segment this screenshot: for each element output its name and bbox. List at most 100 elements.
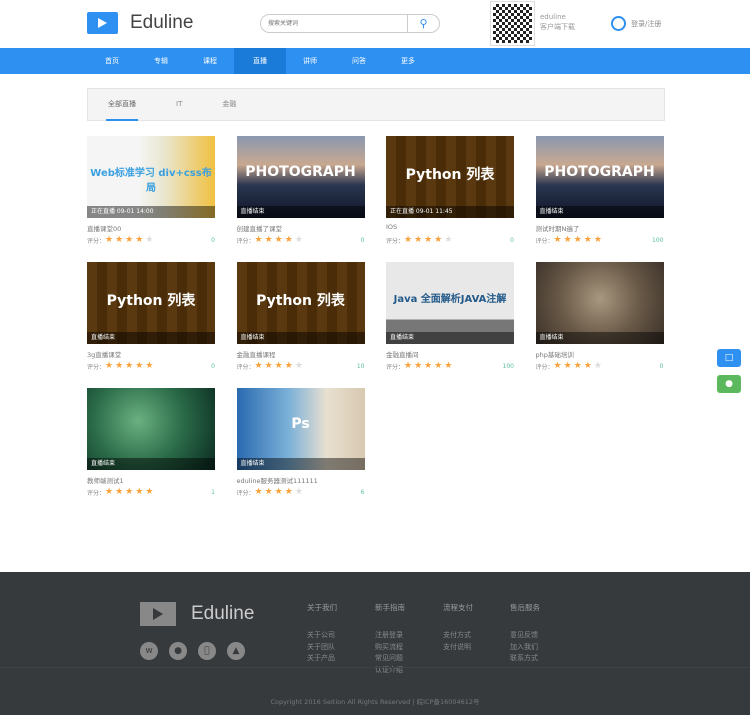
course-card[interactable]: Web标准学习 div+css布局 正在直播 09-01 14:00 直播课堂0… [87, 136, 215, 245]
course-thumbnail[interactable]: Python 列表 正在直播 09-01 11:45 [386, 136, 514, 218]
thumbnail-text: Python 列表 [256, 293, 345, 309]
weibo-icon[interactable]: w [140, 642, 158, 660]
course-thumbnail[interactable]: PHOTOGRAPH 直播结束 [236, 136, 365, 218]
footer-link[interactable]: 常见问题 [375, 653, 405, 665]
live-status: 直播结束 [236, 332, 365, 344]
login-link[interactable]: 登录 [631, 19, 645, 29]
search-button[interactable]: ⚲ [407, 15, 439, 32]
live-status: 直播结束 [87, 332, 215, 344]
footer-link[interactable]: 关于团队 [307, 642, 337, 654]
rating: 评分： ★ ★ ★ ★ ★ 0 [87, 235, 215, 245]
social-links: w ●  ▲ [140, 642, 256, 660]
nav-item[interactable]: 直播 [234, 48, 286, 74]
course-card[interactable]: Python 列表 直播结束 3g直播课堂 评分： ★ ★ ★ ★ ★ 0 [87, 262, 215, 371]
footer-link[interactable]: 支付说明 [443, 642, 473, 654]
footer-link[interactable]: 注册登录 [375, 630, 405, 642]
register-link[interactable]: 注册 [647, 19, 661, 29]
star-icon: ★ [434, 361, 443, 371]
course-title[interactable]: php基础培训 [536, 349, 664, 359]
course-card[interactable]: Java 全面解析JAVA注解 直播结束 金融直播间 评分： ★ ★ ★ ★ ★ 100 [386, 262, 514, 371]
app-download[interactable]: eduline 客户端下载 [540, 12, 575, 32]
course-thumbnail[interactable]: Java 全面解析JAVA注解 直播结束 [386, 262, 514, 344]
logo[interactable]: Eduline [87, 12, 193, 34]
course-thumbnail[interactable]: Python 列表 直播结束 [87, 262, 215, 344]
android-icon[interactable]: ▲ [227, 642, 245, 660]
course-card[interactable]: PHOTOGRAPH 直播结束 测试时期N遍了 评分： ★ ★ ★ ★ ★ 100 [535, 136, 664, 245]
course-title[interactable]: 3g直播课堂 [87, 349, 215, 359]
course-title[interactable]: 教师端测试1 [87, 475, 215, 485]
footer-link[interactable]: 支付方式 [443, 630, 473, 642]
footer-link[interactable]: 购买流程 [375, 642, 405, 654]
star-icon: ★ [424, 235, 433, 245]
divider [0, 667, 750, 668]
tab[interactable]: 全部直播 [106, 89, 138, 121]
star-icon: ★ [563, 235, 572, 245]
category-tabs: 全部直播 IT 金融 [87, 88, 665, 121]
nav-item[interactable]: 专辑 [136, 48, 186, 74]
brand-name: Eduline [130, 12, 194, 33]
course-card[interactable]: 直播结束 php基础培训 评分： ★ ★ ★ ★ ★ 0 [535, 262, 664, 371]
thumbnail-text: PHOTOGRAPH [544, 164, 655, 180]
nav-item[interactable]: 问答 [334, 48, 384, 74]
star-icon: ★ [145, 361, 154, 371]
star-icon: ★ [573, 235, 582, 245]
wechat-icon[interactable]: ● [169, 642, 187, 660]
course-thumbnail[interactable]: Python 列表 直播结束 [236, 262, 365, 344]
tab[interactable]: 金融 [222, 89, 236, 120]
apple-icon[interactable]:  [198, 642, 216, 660]
course-thumbnail[interactable]: 直播结束 [87, 388, 215, 470]
book-play-icon [87, 12, 118, 34]
rating-label: 评分： [386, 237, 405, 245]
header: Eduline ⚲ eduline 客户端下载 登录/注册 [0, 0, 750, 48]
tab[interactable]: IT [176, 89, 182, 120]
footer-link[interactable]: 联系方式 [510, 653, 540, 665]
star-icon: ★ [125, 487, 134, 497]
star-icon: ★ [135, 235, 144, 245]
course-title[interactable]: 金融直播间 [386, 349, 514, 359]
course-thumbnail[interactable]: 直播结束 [535, 262, 664, 344]
star-icon: ★ [583, 235, 592, 245]
course-thumbnail[interactable]: PHOTOGRAPH 直播结束 [535, 136, 664, 218]
nav-item[interactable]: 更多 [383, 48, 433, 74]
chat-button[interactable]: □ [717, 349, 741, 367]
nav-item[interactable]: 首页 [87, 48, 137, 74]
thumbnail-text: Python 列表 [106, 293, 196, 309]
footer-link[interactable]: 关于产品 [307, 653, 337, 665]
course-card[interactable]: Ps 直播结束 eduline服务器测试111111 评分： ★ ★ ★ ★ ★ 6 [236, 388, 365, 497]
course-title[interactable]: eduline服务器测试111111 [237, 475, 365, 485]
wechat-button[interactable]: ● [717, 375, 741, 393]
course-card[interactable]: PHOTOGRAPH 直播结束 创建直播了课堂 评分： ★ ★ ★ ★ ★ 0 [236, 136, 365, 245]
wechat-icon: ● [725, 379, 733, 389]
search-input[interactable] [261, 15, 407, 32]
qr-title: eduline [540, 13, 566, 21]
course-title[interactable]: IOS [386, 223, 514, 232]
course-card[interactable]: 直播结束 教师端测试1 评分： ★ ★ ★ ★ ★ 1 [87, 388, 215, 497]
nav-item[interactable]: 课程 [185, 48, 235, 74]
star-icon: ★ [125, 361, 134, 371]
course-thumbnail[interactable]: Ps 直播结束 [236, 388, 365, 470]
footer-column-title: 关于我们 [307, 603, 337, 612]
footer-link[interactable]: 关于公司 [307, 630, 337, 642]
star-icon: ★ [254, 361, 263, 371]
star-icon: ★ [553, 235, 562, 245]
star-icon: ★ [145, 487, 154, 497]
star-icon: ★ [573, 361, 582, 371]
course-card[interactable]: Python 列表 直播结束 金融直播课程 评分： ★ ★ ★ ★ ★ 10 [236, 262, 365, 371]
thumbnail-text: PHOTOGRAPH [245, 164, 356, 180]
course-thumbnail[interactable]: Web标准学习 div+css布局 正在直播 09-01 14:00 [87, 136, 215, 218]
course-title[interactable]: 直播课堂00 [87, 223, 215, 233]
footer-logo: Eduline [140, 602, 254, 626]
footer-link[interactable]: 意见反馈 [510, 630, 540, 642]
footer-link[interactable]: 加入我们 [510, 642, 540, 654]
footer-column-title: 流程支付 [443, 603, 473, 612]
course-title[interactable]: 测试时期N遍了 [536, 223, 664, 233]
course-title[interactable]: 金融直播课程 [237, 349, 365, 359]
qr-code [490, 1, 535, 46]
star-icon: ★ [553, 361, 562, 371]
course-card[interactable]: Python 列表 正在直播 09-01 11:45 IOS 评分： ★ ★ ★ ★ ★ 0 [386, 136, 514, 245]
course-title[interactable]: 创建直播了课堂 [237, 223, 365, 233]
nav-item[interactable]: 讲师 [285, 48, 335, 74]
student-count: 0 [510, 236, 514, 244]
rating-label: 评分： [87, 237, 106, 245]
live-status: 正在直播 09-01 14:00 [87, 206, 215, 218]
